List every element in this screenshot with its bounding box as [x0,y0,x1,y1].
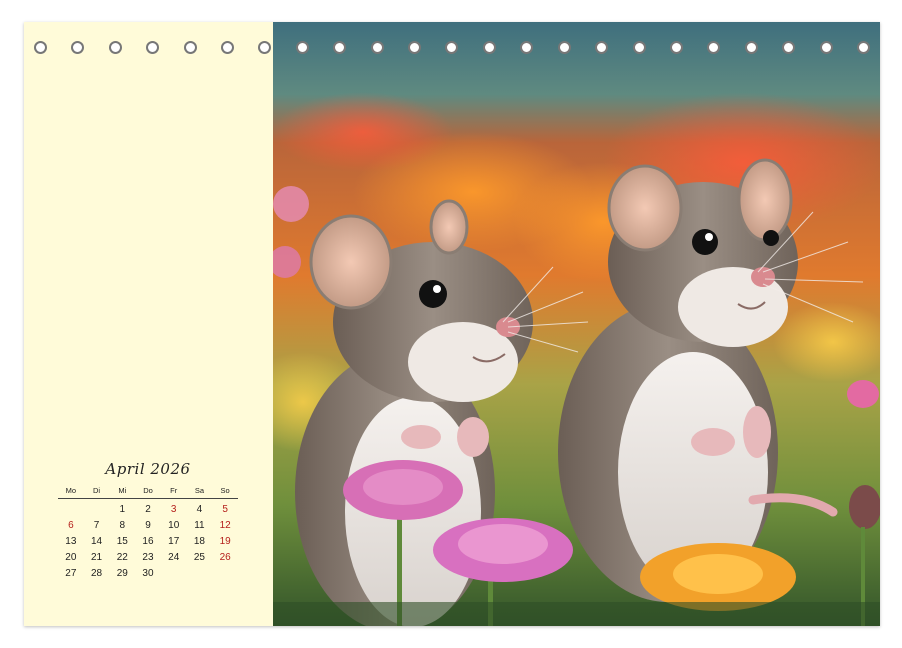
weekday-label: Di [93,486,101,495]
calendar-day: 12 [219,520,231,531]
calendar-day: 24 [168,552,180,563]
calendar-day: 14 [91,536,103,547]
spiral-binding [34,39,870,55]
calendar-day: 16 [142,536,154,547]
calendar-day: 10 [168,520,180,531]
calendar-week-row: 13 14 15 16 17 18 19 [58,534,238,550]
calendar-day: 15 [116,536,128,547]
binding-hole [108,40,122,54]
binding-hole [856,40,870,54]
calendar-day: 17 [168,536,180,547]
binding-hole [707,40,721,54]
binding-hole [258,40,272,54]
calendar-week-row: 27 28 29 30 [58,566,238,582]
calendar-day: 28 [91,568,103,579]
binding-hole [183,40,197,54]
binding-hole [295,40,309,54]
calendar-day: 5 [222,504,228,515]
calendar-day: 29 [116,568,128,579]
calendar-day: 21 [91,552,103,563]
calendar-day: 3 [170,504,177,515]
binding-hole [557,40,571,54]
month-calendar: April 2026 Mo Di Mi Do Fr Sa So 12345678… [58,460,238,582]
calendar-empty-cell [161,566,187,582]
calendar-day: 8 [119,520,126,531]
calendar-day: 23 [142,552,154,563]
mice-photo [273,22,880,626]
calendar-day: 22 [116,552,128,563]
weekday-label: So [220,486,230,495]
calendar-week-row: 20 21 22 23 24 25 26 [58,550,238,566]
calendar-empty-cell [58,502,84,518]
calendar-day: 6 [68,520,74,531]
calendar-week-row: 6 7 8 9 10 11 12 [58,518,238,534]
calendar-day: 27 [65,568,77,579]
calendar-day: 26 [219,552,231,563]
calendar-day: 7 [93,520,100,531]
binding-hole [408,40,422,54]
calendar-day: 9 [145,520,151,531]
calendar-day: 11 [194,520,205,531]
left-panel: April 2026 Mo Di Mi Do Fr Sa So 12345678… [24,22,273,626]
calendar-day: 30 [142,568,154,579]
weekday-label: Mi [118,486,127,495]
calendar-empty-cell [187,566,213,582]
calendar-day: 13 [65,536,77,547]
binding-hole [221,40,235,54]
calendar-title: April 2026 [105,460,191,478]
calendar-week-row: 1 2 3 4 5 [58,502,238,518]
calendar-day: 20 [65,552,77,563]
calendar-day: 4 [196,504,203,515]
calendar-day: 18 [193,536,205,547]
binding-hole [445,40,459,54]
calendar-grid: 1 2 3 4 5 6 7 8 9 10 11 12 13 14 15 16 17 18 19 20 21 22 23 24 2… [58,502,238,582]
calendar-day: 25 [193,552,205,563]
weekday-label: Sa [194,486,205,495]
binding-hole [669,40,683,54]
calendar-day: 2 [145,504,151,515]
calendar-day: 19 [219,536,231,547]
binding-hole [632,40,646,54]
binding-hole [520,40,534,54]
calendar-page: April 2026 Mo Di Mi Do Fr Sa So 12345678… [24,22,880,626]
weekday-label: Do [143,486,153,495]
binding-hole [744,40,758,54]
calendar-day: 1 [119,504,126,515]
binding-hole [333,40,347,54]
weekday-label: Fr [170,486,178,495]
binding-hole [71,40,85,54]
binding-hole [595,40,609,54]
binding-hole [819,40,833,54]
binding-hole [370,40,384,54]
binding-hole [34,40,47,54]
binding-hole [782,40,796,54]
calendar-empty-cell [84,502,110,518]
binding-hole [146,40,160,54]
weekday-label: Mo [65,486,77,495]
binding-hole [482,40,496,54]
weekday-header: Mo Di Mi Do Fr Sa So [58,486,238,499]
calendar-empty-cell [212,566,238,582]
